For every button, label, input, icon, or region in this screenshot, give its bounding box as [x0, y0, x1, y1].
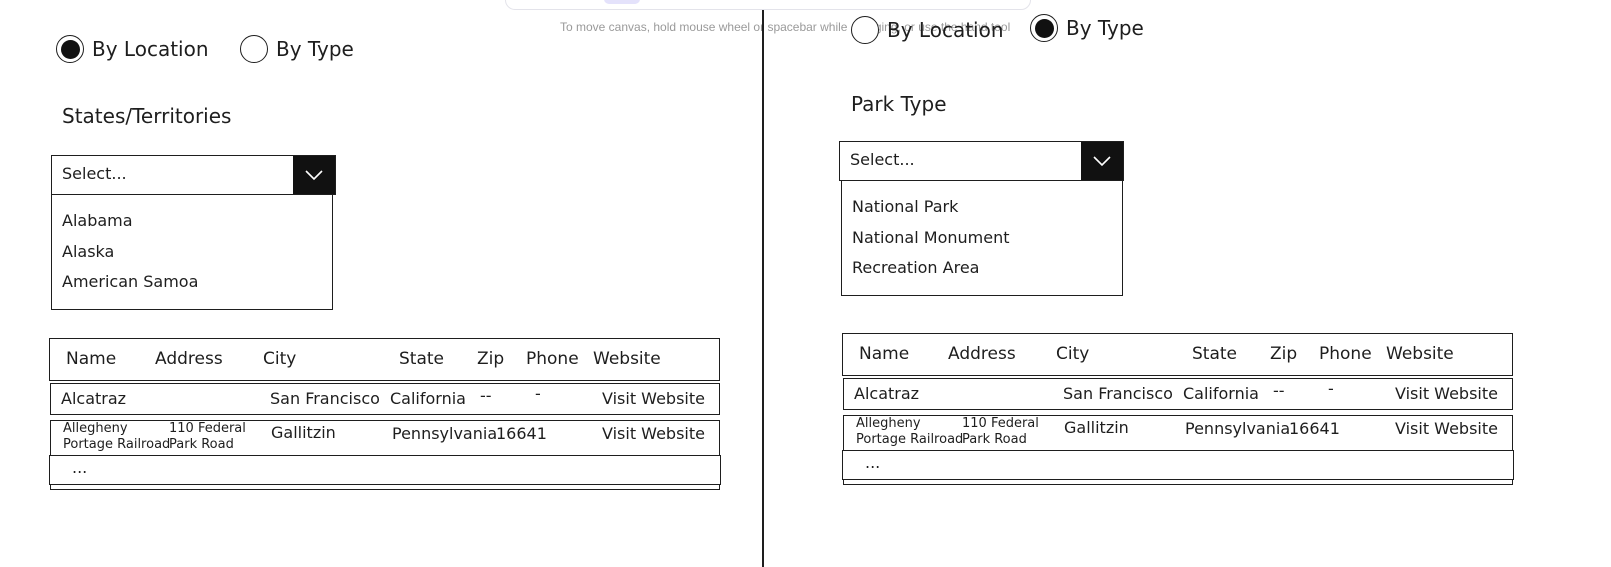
radio-label: By Type — [276, 37, 354, 61]
radio-by-type[interactable]: By Type — [1030, 14, 1144, 42]
radio-label: By Location — [92, 37, 209, 61]
cell-name-line2: Portage Railroad — [63, 437, 171, 452]
cell-state: California — [390, 389, 466, 408]
cell-state: Pennsylvania — [1185, 419, 1291, 438]
header-zip: Zip — [1270, 344, 1298, 364]
table-row: Allegheny Portage Railroad 110 Federal P… — [49, 420, 721, 490]
radio-dot — [1034, 18, 1054, 38]
cell-state: Pennsylvania — [392, 424, 498, 443]
dropdown-option[interactable]: National Monument — [852, 226, 1112, 257]
cell-address-line2: Park Road — [169, 437, 234, 452]
state-select[interactable]: Select... — [51, 155, 336, 195]
cell-state: California — [1183, 384, 1259, 403]
filter-heading: States/Territories — [62, 104, 232, 128]
radio-circle-checked[interactable] — [56, 35, 84, 63]
park-type-select[interactable]: Select... — [839, 141, 1124, 181]
cell-phone: - — [1328, 379, 1334, 398]
more-rows-indicator: ... — [865, 453, 881, 472]
cell-city: Gallitzin — [1064, 418, 1129, 437]
cell-zip: 16641 — [1289, 419, 1340, 438]
radio-by-location[interactable]: By Location — [56, 35, 209, 63]
cell-zip: -- — [1273, 381, 1285, 400]
radio-label: By Location — [887, 18, 1004, 42]
radio-label: By Type — [1066, 16, 1144, 40]
dropdown-option[interactable]: Alabama — [62, 209, 322, 240]
dropdown-option[interactable]: Alaska — [62, 240, 322, 271]
radio-by-location[interactable]: By Location — [851, 16, 1004, 44]
chevron-down-icon[interactable] — [293, 156, 335, 194]
cell-address-line2: Park Road — [962, 432, 1027, 447]
header-address: Address — [155, 349, 223, 369]
cell-phone: - — [535, 384, 541, 403]
header-phone: Phone — [526, 349, 579, 369]
cell-zip: 16641 — [496, 424, 547, 443]
header-name: Name — [66, 349, 117, 369]
dropdown-option[interactable]: National Park — [852, 195, 1112, 226]
state-dropdown: Alabama Alaska American Samoa — [51, 194, 333, 310]
header-state: State — [1192, 344, 1237, 364]
filter-heading: Park Type — [851, 92, 947, 116]
cell-city: Gallitzin — [271, 423, 336, 442]
dropdown-option[interactable]: Recreation Area — [852, 256, 1112, 287]
cell-name: Alcatraz — [854, 384, 920, 403]
cell-name: Allegheny — [856, 416, 921, 431]
header-city: City — [263, 349, 297, 369]
cell-city: San Francisco — [270, 389, 380, 408]
radio-by-type[interactable]: By Type — [240, 35, 354, 63]
header-zip: Zip — [477, 349, 505, 369]
header-website: Website — [593, 349, 661, 369]
more-rows-indicator: ... — [72, 458, 88, 477]
header-name: Name — [859, 344, 910, 364]
table-header: Name Address City State Zip Phone Websit… — [842, 333, 1513, 376]
table-header: Name Address City State Zip Phone Websit… — [49, 338, 720, 381]
cell-address: 110 Federal — [169, 421, 246, 436]
table-row: Alcatraz San Francisco California -- - V… — [50, 383, 720, 415]
right-panel: By Location By Type Park Type Select... … — [765, 0, 1611, 567]
header-website: Website — [1386, 344, 1454, 364]
header-state: State — [399, 349, 444, 369]
results-table: Name Address City State Zip Phone Websit… — [49, 338, 721, 493]
park-type-dropdown: National Park National Monument Recreati… — [841, 180, 1123, 296]
cell-name: Allegheny — [63, 421, 128, 436]
results-table: Name Address City State Zip Phone Websit… — [842, 333, 1514, 488]
table-row-more: ... — [842, 450, 1514, 480]
visit-website-link[interactable]: Visit Website — [1395, 384, 1498, 403]
table-row: Alcatraz San Francisco California -- - V… — [843, 378, 1513, 410]
visit-website-link[interactable]: Visit Website — [602, 424, 705, 443]
cell-name: Alcatraz — [61, 389, 127, 408]
table-row: Allegheny Portage Railroad 110 Federal P… — [842, 415, 1514, 485]
chevron-down-icon[interactable] — [1081, 142, 1123, 180]
radio-circle[interactable] — [240, 35, 268, 63]
radio-circle[interactable] — [851, 16, 879, 44]
dropdown-option[interactable]: American Samoa — [62, 270, 322, 301]
cell-address: 110 Federal — [962, 416, 1039, 431]
radio-dot — [60, 39, 80, 59]
header-city: City — [1056, 344, 1090, 364]
header-address: Address — [948, 344, 1016, 364]
select-value: Select... — [850, 150, 915, 169]
panel-divider — [762, 10, 764, 567]
left-panel: By Location By Type States/Territories S… — [0, 0, 760, 567]
cell-name-line2: Portage Railroad — [856, 432, 964, 447]
radio-circle-checked[interactable] — [1030, 14, 1058, 42]
cell-zip: -- — [480, 386, 492, 405]
header-phone: Phone — [1319, 344, 1372, 364]
visit-website-link[interactable]: Visit Website — [602, 389, 705, 408]
cell-city: San Francisco — [1063, 384, 1173, 403]
table-row-more: ... — [49, 455, 721, 485]
visit-website-link[interactable]: Visit Website — [1395, 419, 1498, 438]
select-value: Select... — [62, 164, 127, 183]
